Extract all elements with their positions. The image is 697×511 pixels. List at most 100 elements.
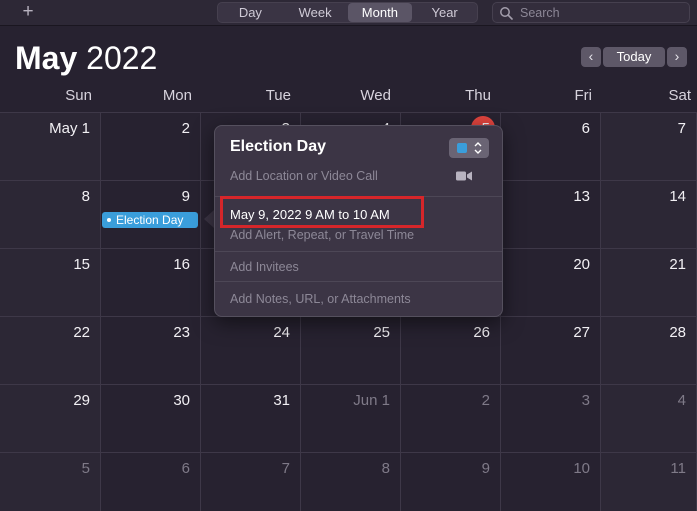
day-number: 11	[670, 460, 686, 477]
day-cell[interactable]: Jun 1	[301, 384, 401, 452]
page-title: May 2022	[15, 40, 157, 77]
day-cell[interactable]: 15	[0, 248, 101, 316]
tab-day[interactable]: Day	[218, 3, 283, 22]
day-cell[interactable]: 11	[601, 452, 697, 511]
day-cell[interactable]: 7	[201, 452, 301, 511]
day-number: 27	[573, 324, 590, 341]
day-cell[interactable]: 8	[0, 180, 101, 248]
day-cell[interactable]: 3	[501, 384, 601, 452]
day-number: 5	[81, 460, 90, 477]
day-number: May 1	[49, 120, 90, 137]
day-number: 21	[669, 256, 686, 273]
event-dot	[107, 218, 111, 222]
day-number: 10	[573, 460, 590, 477]
weekday-label: Wed	[360, 87, 391, 104]
day-number: 2	[181, 120, 190, 137]
divider	[215, 281, 502, 282]
day-cell[interactable]: 26	[401, 316, 501, 384]
day-cell[interactable]: 2	[101, 112, 201, 180]
tab-week[interactable]: Week	[283, 3, 348, 22]
video-camera-icon[interactable]	[456, 171, 472, 181]
day-cell[interactable]: 14	[601, 180, 697, 248]
day-number: 24	[273, 324, 290, 341]
day-cell[interactable]: 10	[501, 452, 601, 511]
day-number: Jun 1	[353, 392, 390, 409]
event-title: Election Day	[116, 213, 184, 227]
day-number: 16	[173, 256, 190, 273]
weekday-label: Tue	[265, 87, 291, 104]
day-cell[interactable]: 7	[601, 112, 697, 180]
chevron-updown-icon	[474, 142, 482, 154]
tab-year[interactable]: Year	[412, 3, 477, 22]
weekday-header: Sun Mon Tue Wed Thu Fri Sat	[0, 84, 697, 112]
tab-month[interactable]: Month	[347, 3, 413, 22]
day-cell[interactable]: May 1	[0, 112, 101, 180]
day-cell[interactable]: 22	[0, 316, 101, 384]
previous-month-button[interactable]: ‹	[581, 47, 601, 67]
event-datetime[interactable]: May 9, 2022 9 AM to 10 AM	[230, 207, 390, 222]
weekday-label: Thu	[465, 87, 491, 104]
popover-title[interactable]: Election Day	[230, 138, 326, 156]
day-number: 30	[173, 392, 190, 409]
next-month-button[interactable]: ›	[667, 47, 687, 67]
day-number: 9	[181, 188, 190, 205]
day-cell[interactable]: 20	[501, 248, 601, 316]
day-cell[interactable]: 29	[0, 384, 101, 452]
add-event-button[interactable]: +	[18, 2, 38, 22]
day-cell[interactable]: 24	[201, 316, 301, 384]
alert-field[interactable]: Add Alert, Repeat, or Travel Time	[230, 228, 414, 242]
day-number: 13	[573, 188, 590, 205]
day-number: 31	[273, 392, 290, 409]
day-number: 2	[481, 392, 490, 409]
day-cell[interactable]: 16	[101, 248, 201, 316]
notes-field[interactable]: Add Notes, URL, or Attachments	[230, 292, 411, 306]
today-button[interactable]: Today	[603, 47, 665, 67]
divider	[215, 196, 502, 197]
day-cell[interactable]: 2	[401, 384, 501, 452]
day-cell[interactable]: 28	[601, 316, 697, 384]
toolbar: + Day Week Month Year Search	[0, 0, 697, 26]
day-cell[interactable]: 4	[601, 384, 697, 452]
day-cell[interactable]: 30	[101, 384, 201, 452]
weekday-label: Mon	[162, 87, 192, 104]
day-number: 4	[677, 392, 686, 409]
search-placeholder: Search	[520, 6, 560, 20]
year-label: 2022	[86, 40, 158, 76]
day-cell[interactable]: 8	[301, 452, 401, 511]
day-number: 15	[73, 256, 90, 273]
day-number: 8	[81, 188, 90, 205]
day-number: 9	[481, 460, 490, 477]
day-number: 6	[181, 460, 190, 477]
invitees-field[interactable]: Add Invitees	[230, 260, 299, 274]
calendar-color-swatch	[457, 143, 467, 153]
day-number: 25	[373, 324, 390, 341]
day-cell[interactable]: 6	[501, 112, 601, 180]
event-election-day[interactable]: Election Day	[102, 212, 198, 228]
day-number: 23	[173, 324, 190, 341]
day-number: 3	[581, 392, 590, 409]
day-cell[interactable]: 6	[101, 452, 201, 511]
day-number: 6	[581, 120, 590, 137]
day-cell[interactable]: 27	[501, 316, 601, 384]
day-number: 26	[473, 324, 490, 341]
search-icon	[500, 7, 513, 20]
day-cell[interactable]: 23	[101, 316, 201, 384]
divider	[215, 251, 502, 252]
day-cell[interactable]: 25	[301, 316, 401, 384]
day-cell[interactable]: 13	[501, 180, 601, 248]
weekday-label: Sun	[65, 87, 92, 104]
day-number: 14	[669, 188, 686, 205]
search-input[interactable]: Search	[492, 2, 690, 23]
day-number: 29	[73, 392, 90, 409]
location-field[interactable]: Add Location or Video Call	[230, 169, 378, 183]
month-label: May	[15, 40, 78, 76]
day-cell[interactable]: 21	[601, 248, 697, 316]
calendar-picker[interactable]	[449, 138, 489, 158]
day-number: 22	[73, 324, 90, 341]
day-cell[interactable]: 9	[401, 452, 501, 511]
day-cell[interactable]: 5	[0, 452, 101, 511]
day-cell[interactable]: 31	[201, 384, 301, 452]
day-number: 7	[677, 120, 686, 137]
day-number: 28	[669, 324, 686, 341]
day-number: 7	[281, 460, 290, 477]
